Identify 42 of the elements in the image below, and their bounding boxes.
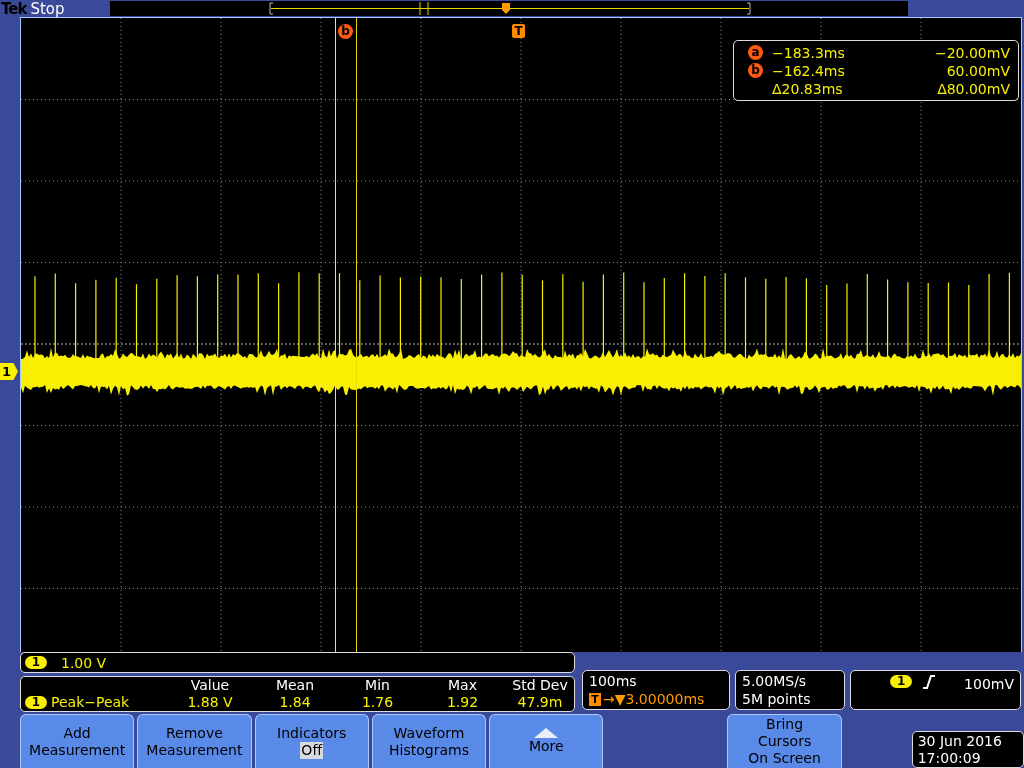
measurement-value: 1.92 xyxy=(445,694,480,711)
channel-badge: 1 xyxy=(25,656,47,669)
cursor-voltage: −20.00mV xyxy=(933,44,1010,62)
cursor-time: −183.3ms xyxy=(772,44,846,62)
measurement-value: 1.76 xyxy=(360,694,395,711)
date-label: 30 Jun 2016 xyxy=(917,733,1003,750)
cursor-time: −162.4ms xyxy=(772,62,846,80)
channel-marker: 1 xyxy=(0,363,18,380)
cursor-marker: b xyxy=(748,63,763,78)
time-label: 17:00:09 xyxy=(917,750,982,767)
menu-button[interactable]: Indicators Off xyxy=(254,714,369,768)
cursor-time: Δ20.83ms xyxy=(772,80,844,98)
menu-button[interactable]: Remove Measurement xyxy=(137,714,252,768)
trigger-delay: →▼3.00000ms xyxy=(603,690,705,708)
measurement-value: 47.9m xyxy=(516,694,564,711)
horizontal-scale: 100ms xyxy=(589,672,638,690)
channel-badge: 1 xyxy=(890,675,913,688)
column-header: Min xyxy=(364,677,391,694)
acquisition-status: Stop xyxy=(30,0,66,17)
measurement-value: 1.84 xyxy=(278,694,312,711)
menu-button[interactable]: Bring Cursors On Screen xyxy=(727,714,842,768)
trigger-marker: T xyxy=(512,24,525,38)
menu-button[interactable]: Add Measurement xyxy=(20,714,135,768)
cursor-marker: a xyxy=(748,45,763,60)
sample-rate: 5.00MS/s xyxy=(742,672,808,690)
column-header: Max xyxy=(447,677,478,694)
cursor-voltage: Δ80.00mV xyxy=(936,80,1010,98)
record-length: 5M points xyxy=(742,690,812,708)
channel-badge: 1 xyxy=(25,696,47,709)
vertical-scale: 1.00 V xyxy=(61,654,107,671)
more-button[interactable]: More xyxy=(489,714,604,768)
cursor-marker: b xyxy=(338,24,353,39)
trigger-level: 100mV xyxy=(964,675,1014,693)
measurement-name: Peak−Peak xyxy=(51,694,130,711)
menu-button[interactable]: Waveform Histograms xyxy=(371,714,487,768)
trigger-marker: T xyxy=(589,692,601,706)
cursor-voltage: 60.00mV xyxy=(945,62,1010,80)
column-header: Mean xyxy=(274,677,316,694)
measurement-value: 1.88 V xyxy=(186,694,234,711)
column-header: Std Dev xyxy=(511,677,569,694)
column-header: Value xyxy=(189,677,231,694)
brand-label: Tek xyxy=(1,0,27,17)
